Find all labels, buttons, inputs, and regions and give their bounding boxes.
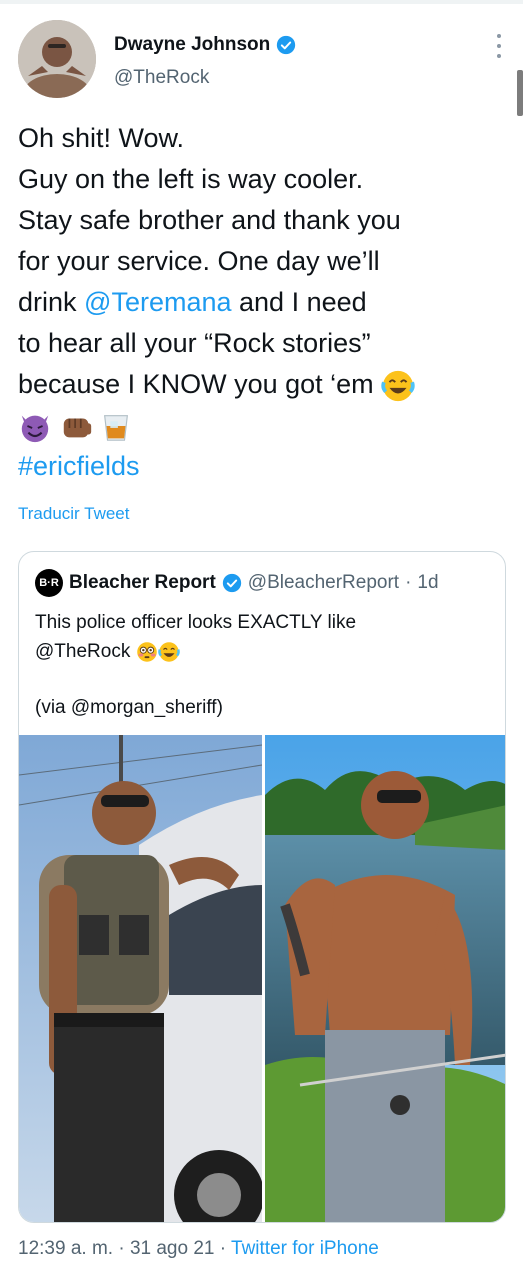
verified-badge-icon (277, 35, 296, 55)
tweet-line: Guy on the left is way cooler. (18, 164, 364, 194)
separator-dot: · (405, 572, 412, 593)
quoted-via-text: (via @morgan_sheriff) (35, 697, 223, 718)
quoted-author-name[interactable]: Bleacher Report (69, 572, 216, 594)
tweet-line: Stay safe brother and thank you (18, 205, 401, 235)
avatar[interactable] (18, 20, 96, 98)
tweet-emoji-line (18, 405, 508, 446)
tweet-text-fragment: because I KNOW you got ‘em (18, 369, 374, 399)
police-officer-photo[interactable] (19, 735, 262, 1222)
quoted-text-line-2: @TheRock (35, 637, 485, 666)
footer-separator: · (214, 1238, 232, 1259)
smiling-face-with-horns-icon (21, 415, 49, 442)
quoted-text-line: This police officer looks EXACTLY like (35, 612, 357, 633)
quoted-tweet-text: This police officer looks EXACTLY like @… (35, 608, 485, 666)
mention-therock: @TheRock (35, 641, 131, 662)
footer-separator: · (113, 1238, 130, 1259)
quoted-tweet-header: B·R Bleacher Report @BleacherReport · 1d (35, 569, 439, 597)
tweet-text-fragment: and I need (231, 287, 367, 317)
quoted-author-handle[interactable]: @BleacherReport (248, 572, 399, 594)
tweet-line: Oh shit! Wow. (18, 123, 185, 153)
top-divider (0, 0, 523, 4)
tweet-text: Oh shit! Wow. Guy on the left is way coo… (18, 118, 508, 487)
tweet-line: to hear all your “Rock stories” (18, 328, 371, 358)
flushed-face-icon (136, 642, 157, 662)
translate-tweet-link[interactable]: Traducir Tweet (18, 504, 130, 524)
tweet-line: for your service. One day we’ll (18, 246, 380, 276)
tweet-source-link[interactable]: Twitter for iPhone (231, 1238, 379, 1259)
author-name[interactable]: Dwayne Johnson (114, 34, 270, 56)
quoted-tweet-time[interactable]: 1d (417, 572, 438, 594)
scrollbar-thumb[interactable] (517, 70, 523, 116)
more-options-icon[interactable] (494, 34, 504, 58)
hashtag-ericfields[interactable]: #ericfields (18, 446, 508, 487)
bleacher-report-avatar[interactable]: B·R (35, 569, 63, 597)
mention-teremana[interactable]: @Teremana (84, 287, 231, 317)
tweet-date[interactable]: 31 ago 21 (130, 1238, 215, 1259)
face-with-tears-of-joy-icon (381, 370, 415, 401)
tweet-line-7: because I KNOW you got ‘em (18, 364, 508, 405)
tweet-header: Dwayne Johnson @TheRock (18, 20, 508, 100)
tumbler-glass-icon (104, 414, 129, 441)
quoted-media (19, 735, 505, 1222)
tweet-line-5: drink @Teremana and I need (18, 282, 508, 323)
tweet-footer: 12:39 a. m. · 31 ago 21 · Twitter for iP… (18, 1238, 379, 1260)
quoted-tweet[interactable]: B·R Bleacher Report @BleacherReport · 1d… (18, 551, 506, 1223)
verified-badge-icon (222, 573, 241, 593)
tweet-text-fragment: drink (18, 287, 85, 317)
tweet-time[interactable]: 12:39 a. m. (18, 1238, 113, 1259)
oncoming-fist-icon (63, 418, 91, 438)
author-handle[interactable]: @TheRock (114, 67, 209, 89)
face-with-tears-of-joy-icon (157, 642, 180, 662)
the-rock-shirtless-photo[interactable] (264, 735, 505, 1222)
